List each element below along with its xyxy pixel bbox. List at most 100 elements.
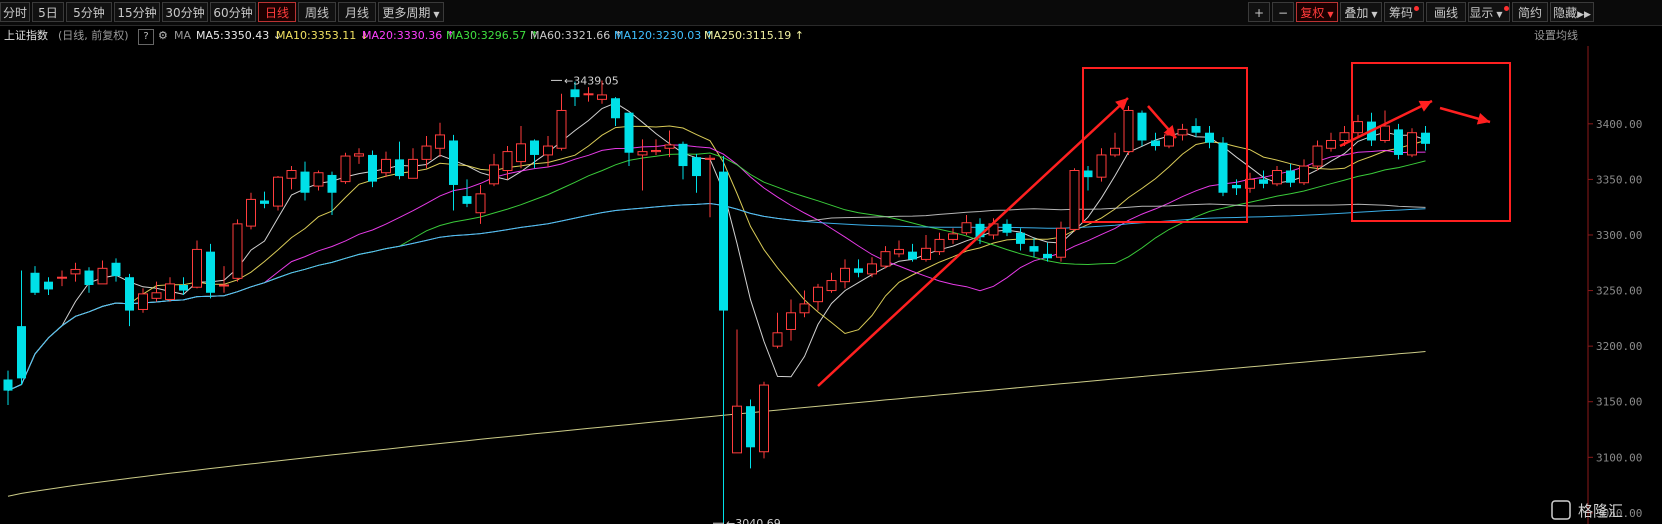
candle-body — [449, 140, 458, 185]
candle-body — [813, 286, 823, 303]
candle-body — [1394, 129, 1403, 155]
candle-body — [1056, 227, 1066, 258]
candle-body — [57, 276, 67, 279]
tab-1[interactable]: 5日 — [32, 2, 64, 22]
candle-body — [435, 134, 445, 149]
candle-body — [1177, 128, 1188, 136]
chevron-down-icon: ▼ — [433, 10, 440, 19]
ma-settings-link[interactable]: 设置均线 — [1534, 26, 1578, 46]
y-tick-label: 3150.00 — [1596, 396, 1642, 409]
watermark-text: 格隆汇 — [1578, 502, 1623, 520]
candle-body — [1272, 170, 1282, 185]
candle-body — [719, 171, 728, 311]
chevron-down-icon: ▼ — [1327, 10, 1334, 19]
candle-body — [17, 326, 26, 379]
chart-mode: (日线, 前复权) — [58, 29, 129, 42]
tab-6[interactable]: 日线 — [258, 2, 296, 22]
candle-body — [1002, 223, 1012, 233]
candle-body — [273, 176, 283, 207]
candle-body — [192, 248, 202, 288]
candle-body — [1259, 179, 1268, 184]
candle-body — [867, 263, 877, 275]
candle-body — [1137, 112, 1147, 141]
chevron-down-icon: ▼ — [1496, 10, 1503, 19]
ma20-value: MA20:3330.36 ↑ — [362, 29, 455, 42]
tab-7[interactable]: 周线 — [298, 2, 336, 22]
ma20-line — [7, 144, 1426, 392]
candle-body — [502, 151, 513, 172]
highlight-box — [1351, 62, 1511, 222]
ma10-value: MA10:3353.11 ↓ — [276, 29, 369, 42]
candle-body — [961, 222, 972, 234]
toolbar-btn-7[interactable]: 简约 — [1512, 2, 1548, 22]
candle-body — [70, 268, 81, 275]
notification-dot-icon — [1414, 6, 1419, 11]
y-tick-label: 3400.00 — [1596, 118, 1642, 131]
toolbar-btn-4[interactable]: 筹码 — [1384, 2, 1424, 22]
candle-body — [1339, 132, 1350, 141]
toolbar-btn-3[interactable]: 叠加 ▼ — [1340, 2, 1382, 22]
candle-body — [30, 272, 40, 293]
candle-body — [1151, 140, 1160, 147]
tab-5[interactable]: 60分钟 — [210, 2, 256, 22]
tab-4[interactable]: 30分钟 — [162, 2, 208, 22]
tab-2[interactable]: 5分钟 — [66, 2, 112, 22]
collapse-icon: ▶▶ — [1577, 10, 1591, 20]
candle-body — [1083, 170, 1093, 178]
candle-body — [624, 112, 634, 153]
chevron-down-icon: ▼ — [1371, 10, 1378, 19]
candle-body — [381, 158, 391, 174]
trend-arrow-up — [817, 97, 1129, 387]
candle-body — [894, 248, 904, 255]
ma-settings-icon[interactable]: ⚙ — [158, 26, 168, 46]
tab-8[interactable]: 月线 — [338, 2, 376, 22]
candle-body — [530, 140, 539, 155]
candle-body — [583, 93, 594, 96]
candle-body — [516, 143, 526, 163]
toolbar-btn-8[interactable]: 隐藏▶▶ — [1550, 2, 1594, 22]
y-tick-label: 3300.00 — [1596, 229, 1642, 242]
toolbar-btn-5[interactable]: 画线 — [1426, 2, 1466, 22]
toolbar: 分时 5日 5分钟 15分钟 30分钟 60分钟 日线 周线 月线 更多周期 ▼ + − 复权 ▼ 叠加 ▼ 筹码… — [0, 0, 1662, 26]
candle-body — [948, 233, 958, 240]
help-icon[interactable]: ? — [138, 29, 154, 45]
candle-body — [651, 149, 661, 153]
ma5-line — [7, 102, 1426, 392]
candle-body — [165, 283, 175, 300]
candle-body — [313, 172, 324, 187]
toolbar-btn-6[interactable]: 显示 ▼ — [1468, 2, 1510, 22]
candle-body — [854, 268, 863, 273]
candlestick-chart: 3050.003100.003150.003200.003250.003300.… — [3, 46, 1642, 524]
candle-body — [637, 151, 648, 156]
candle-body — [705, 157, 715, 160]
candle-body — [232, 223, 243, 279]
candle-body — [840, 267, 850, 283]
tab-3[interactable]: 15分钟 — [114, 2, 160, 22]
candle-body — [1299, 165, 1309, 184]
tab-9[interactable]: 更多周期 ▼ — [378, 2, 444, 22]
candle-body — [1043, 253, 1052, 259]
candle-body — [1286, 170, 1295, 183]
candle-body — [489, 164, 499, 185]
candle-body — [475, 193, 486, 214]
ma60-line — [7, 202, 1426, 392]
ma30-line — [7, 152, 1426, 392]
info-bar: 上证指数 (日线, 前复权) ? ⚙ MA MA5:3350.43 ↓ MA10… — [0, 26, 1662, 46]
candle-body — [3, 379, 13, 391]
candle-body — [1218, 142, 1228, 193]
candle-body — [1016, 232, 1025, 244]
candle-body — [462, 196, 472, 204]
toolbar-btn-0[interactable]: + — [1248, 2, 1270, 22]
candle-body — [786, 312, 796, 330]
candle-body — [421, 145, 432, 160]
toolbar-btn-2[interactable]: 复权 ▼ — [1296, 2, 1338, 22]
candle-body — [908, 251, 917, 260]
candle-body — [327, 174, 337, 193]
candle-body — [286, 170, 297, 179]
candle-body — [799, 303, 810, 314]
candle-body — [368, 154, 377, 182]
trend-arrow-down-head — [1476, 112, 1490, 125]
candle-body — [732, 405, 742, 454]
tab-0[interactable]: 分时 — [0, 2, 30, 22]
toolbar-btn-1[interactable]: − — [1272, 2, 1294, 22]
